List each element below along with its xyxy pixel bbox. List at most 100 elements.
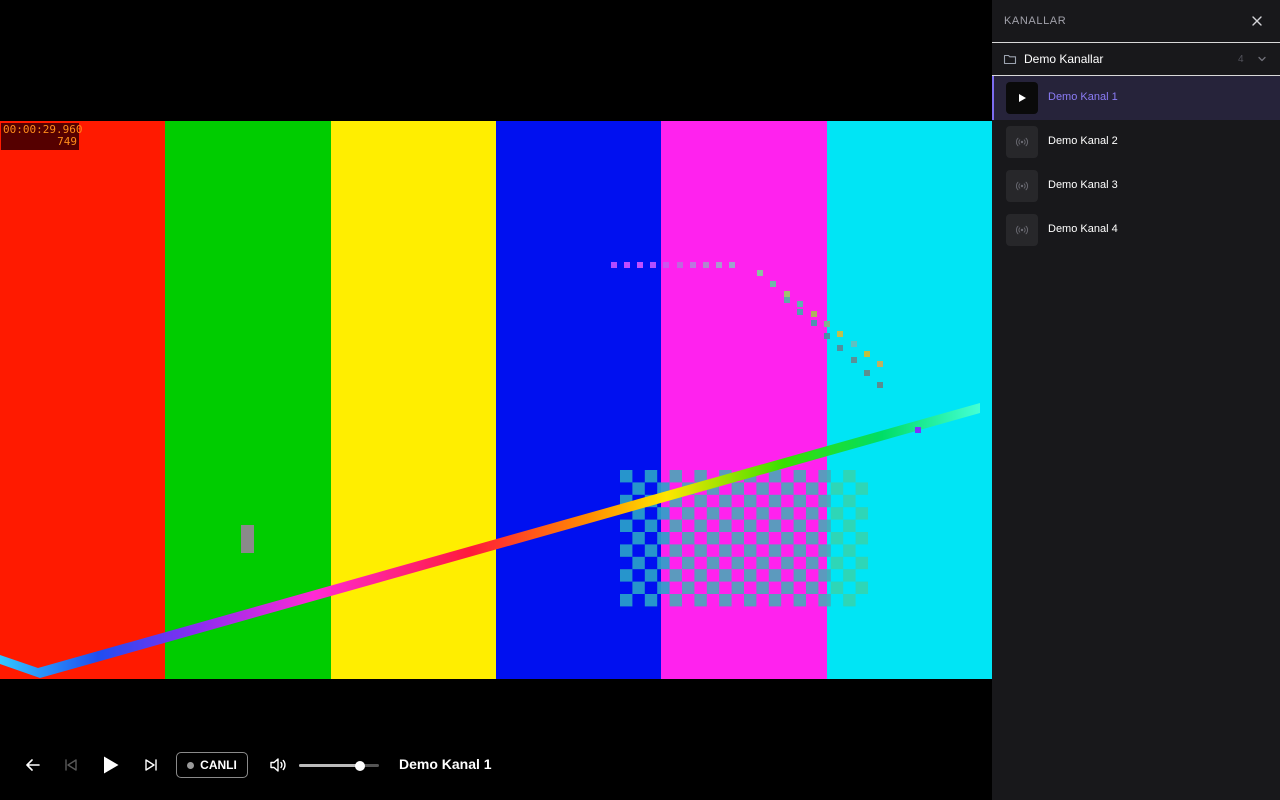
trail-dot <box>837 345 843 351</box>
checker-cell <box>830 532 844 545</box>
volume-slider[interactable] <box>299 761 379 771</box>
checker-cell <box>744 519 757 532</box>
folder-count: 4 <box>1238 54 1244 65</box>
checker-cell <box>843 494 856 508</box>
channel-item[interactable]: Demo Kanal 1 <box>992 76 1280 120</box>
checker-cell <box>632 482 645 495</box>
trail-dot <box>864 370 870 376</box>
trail-dot <box>637 262 643 268</box>
trail-dot <box>877 361 883 367</box>
checker-cell <box>620 470 633 483</box>
channel-thumbnail <box>1006 126 1038 158</box>
checker-cell <box>669 544 682 557</box>
checker-cell <box>818 519 831 532</box>
live-button[interactable]: CANLI <box>176 752 248 778</box>
next-channel-button[interactable] <box>138 752 164 778</box>
checker-cell <box>818 569 831 582</box>
checker-cell <box>694 594 707 607</box>
trail-dot <box>663 262 669 268</box>
checker-cell <box>669 470 682 483</box>
checker-cell <box>694 519 707 532</box>
checker-cell <box>818 470 831 483</box>
checker-cell <box>818 544 831 557</box>
checker-cell <box>632 581 645 594</box>
checker-cell <box>719 569 732 582</box>
back-button[interactable] <box>20 752 46 778</box>
gray-block <box>241 525 254 553</box>
checker-cell <box>644 544 658 557</box>
trail-dot <box>611 262 617 268</box>
trail-dot <box>729 262 735 268</box>
checker-cell <box>669 594 682 607</box>
checker-cell <box>682 581 695 594</box>
checker-pattern <box>620 470 868 607</box>
checker-cell <box>793 494 806 508</box>
trail-dot <box>624 262 630 268</box>
checker-cell <box>768 519 782 532</box>
checker-cell <box>843 519 856 532</box>
dot-trail <box>611 262 883 388</box>
sidebar-title: KANALLAR <box>1004 15 1067 27</box>
checker-cell <box>756 556 769 570</box>
channel-list: Demo Kanal 1 Demo Kanal 2 Demo Kanal 3 Demo… <box>992 76 1280 252</box>
channel-folder[interactable]: Demo Kanallar 4 <box>992 43 1280 76</box>
trail-dot <box>703 262 709 268</box>
timecode-overlay: 00:00:29.960 749 <box>1 123 82 150</box>
previous-channel-button[interactable] <box>58 752 84 778</box>
trail-dot <box>797 309 803 315</box>
checker-cell <box>694 569 707 582</box>
play-button[interactable] <box>97 751 125 779</box>
checker-cell <box>706 507 720 520</box>
broadcast-icon <box>1016 181 1028 191</box>
checker-cell <box>806 482 819 495</box>
trail-dot <box>784 297 790 303</box>
checker-cell <box>644 519 658 532</box>
checker-cell <box>706 556 720 570</box>
close-icon <box>1252 16 1262 26</box>
trail-dot <box>864 351 870 357</box>
trail-dot <box>851 341 857 347</box>
trail-dot <box>690 262 696 268</box>
close-sidebar-button[interactable] <box>1249 13 1265 29</box>
checker-cell <box>731 556 744 570</box>
mute-button[interactable] <box>265 752 291 778</box>
live-label: CANLI <box>200 758 237 772</box>
trail-dot <box>797 301 803 307</box>
checker-cell <box>719 544 732 557</box>
video-frame[interactable]: 00:00:29.960 749 <box>0 121 992 679</box>
checker-cell <box>843 594 856 607</box>
checker-cell <box>620 519 633 532</box>
channel-item[interactable]: Demo Kanal 4 <box>992 208 1280 252</box>
checker-cell <box>756 532 769 545</box>
checker-cell <box>620 594 633 607</box>
player-controls: CANLI Demo Kanal 1 <box>0 740 992 790</box>
checker-cell <box>657 532 670 545</box>
checker-cell <box>855 556 868 570</box>
channel-item[interactable]: Demo Kanal 3 <box>992 164 1280 208</box>
trail-dot <box>851 357 857 363</box>
checker-cell <box>768 544 782 557</box>
checker-cell <box>644 470 658 483</box>
channel-item[interactable]: Demo Kanal 2 <box>992 120 1280 164</box>
checker-cell <box>669 569 682 582</box>
checker-cell <box>818 594 831 607</box>
test-pattern-overlay <box>0 262 980 678</box>
checker-cell <box>657 556 670 570</box>
trail-dot <box>784 291 790 297</box>
checker-cell <box>731 507 744 520</box>
checker-cell <box>855 482 868 495</box>
checker-cell <box>744 494 757 508</box>
channel-thumbnail <box>1006 82 1038 114</box>
checker-cell <box>855 532 868 545</box>
checker-cell <box>682 507 695 520</box>
checker-cell <box>682 532 695 545</box>
checker-cell <box>843 544 856 557</box>
checker-cell <box>830 556 844 570</box>
checker-cell <box>781 581 794 594</box>
checker-cell <box>781 482 794 495</box>
broadcast-icon <box>1016 137 1028 147</box>
play-icon <box>104 756 119 774</box>
checker-cell <box>632 532 645 545</box>
channel-label: Demo Kanal 2 <box>1048 135 1118 147</box>
volume-thumb[interactable] <box>354 761 365 771</box>
